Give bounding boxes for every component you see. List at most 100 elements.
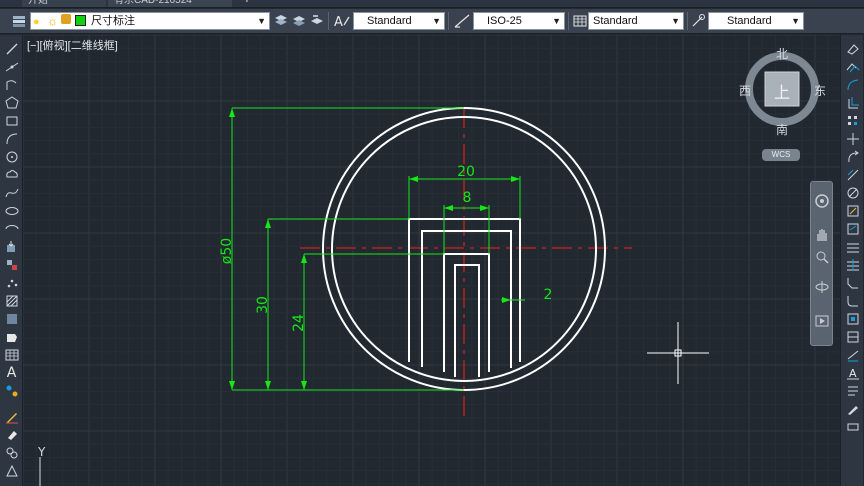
stretch-icon[interactable] <box>844 185 861 200</box>
chevron-down-icon: ▼ <box>552 16 561 26</box>
middle-u-profile <box>421 230 512 368</box>
table-icon[interactable] <box>3 347 20 362</box>
rotate-icon[interactable] <box>844 149 861 164</box>
polygon-icon[interactable] <box>3 95 20 110</box>
table-style-dropdown[interactable]: Standard ▼ <box>588 12 684 30</box>
erase-icon[interactable] <box>3 427 20 442</box>
insert-block-icon[interactable] <box>3 239 20 254</box>
line-icon[interactable] <box>3 41 20 56</box>
lock-icon <box>61 14 71 24</box>
break-icon[interactable] <box>844 239 861 254</box>
zoom-extents-icon[interactable] <box>813 248 831 266</box>
arc-icon[interactable] <box>3 131 20 146</box>
copy-icon[interactable] <box>844 59 861 74</box>
measure-icon[interactable] <box>844 419 861 434</box>
make-block-icon[interactable] <box>3 257 20 272</box>
file-tab-strip: 开始 有杀CAD-210524* + <box>0 0 864 8</box>
chevron-down-icon: ▼ <box>432 16 441 26</box>
text-annotation-icon[interactable]: A <box>844 365 861 380</box>
dimension-style-dropdown[interactable]: ISO-25 ▼ <box>473 12 565 30</box>
drawing-canvas[interactable]: ø50 30 24 20 8 2 Y <box>23 35 840 486</box>
multileader-style-icon[interactable] <box>689 12 707 30</box>
linear-dimension-icon[interactable] <box>844 347 861 362</box>
drawing-viewport[interactable]: ø50 30 24 20 8 2 Y [−][俯视][二维线框] 北 西 东 南… <box>23 35 840 486</box>
layer-match-icon[interactable] <box>290 12 308 30</box>
chevron-down-icon: ▼ <box>671 16 680 26</box>
orbit-icon[interactable] <box>813 278 831 296</box>
erase-tool-icon[interactable] <box>844 41 861 56</box>
viewcube[interactable]: 北 西 东 南 上 WCS <box>735 43 835 161</box>
scale-icon[interactable] <box>844 167 861 182</box>
region-icon[interactable] <box>3 329 20 344</box>
viewcube-north[interactable]: 北 <box>776 45 788 62</box>
array-icon[interactable] <box>844 113 861 128</box>
showmotion-icon[interactable] <box>813 312 831 330</box>
fillet-icon[interactable] <box>844 293 861 308</box>
viewcube-west[interactable]: 西 <box>739 82 751 99</box>
layer-dropdown[interactable]: ● ☼ 尺寸标注 ▼ <box>30 12 270 30</box>
group-icon[interactable] <box>3 445 20 460</box>
ellipse-arc-icon[interactable] <box>3 221 20 236</box>
spline-icon[interactable] <box>3 185 20 200</box>
text-style-dropdown[interactable]: Standard ▼ <box>353 12 445 30</box>
new-tab-button[interactable]: + <box>238 0 254 7</box>
layer-color-swatch <box>75 15 86 26</box>
add-selected-icon[interactable] <box>3 383 20 398</box>
construction-line-icon[interactable] <box>3 59 20 74</box>
layer-state-icon[interactable] <box>272 12 290 30</box>
viewcube-east[interactable]: 东 <box>814 82 826 99</box>
viewcube-top-face[interactable]: 上 <box>774 79 790 103</box>
trim-icon[interactable] <box>844 203 861 218</box>
mirror-icon[interactable] <box>844 77 861 92</box>
wipeout-icon[interactable] <box>3 463 20 478</box>
chevron-down-icon: ▼ <box>257 16 266 26</box>
explode-icon[interactable] <box>844 311 861 326</box>
width-8-dimension-text: 8 <box>463 190 472 206</box>
text-style-value: Standard <box>367 15 412 27</box>
crosshair-cursor <box>647 322 709 384</box>
steering-wheel-icon[interactable] <box>813 192 831 210</box>
gradient-icon[interactable] <box>3 311 20 326</box>
polyline-icon[interactable] <box>3 77 20 92</box>
revision-cloud-icon[interactable] <box>3 167 20 182</box>
match-properties-icon[interactable] <box>844 401 861 416</box>
dimension-style-icon[interactable] <box>453 12 471 30</box>
pan-hand-icon[interactable] <box>813 226 831 244</box>
point-icon[interactable] <box>3 275 20 290</box>
ucs-y-label: Y <box>37 445 46 459</box>
viewcube-south[interactable]: 南 <box>776 121 788 138</box>
hatch-icon[interactable] <box>3 293 20 308</box>
tab-drawing-file[interactable]: 有杀CAD-210524* <box>108 0 232 7</box>
svg-text:A: A <box>334 15 343 29</box>
join-icon[interactable] <box>844 257 861 272</box>
lightbulb-icon: ● <box>33 16 40 28</box>
multiline-text-icon[interactable]: A <box>3 365 20 381</box>
dimension-style-value: ISO-25 <box>487 15 522 27</box>
align-icon[interactable] <box>844 329 861 344</box>
tab-start[interactable]: 开始 <box>22 0 106 7</box>
rectangle-icon[interactable] <box>3 113 20 128</box>
layer-previous-icon[interactable] <box>308 12 326 30</box>
dimension-lines <box>231 107 525 391</box>
offset-icon[interactable] <box>844 95 861 110</box>
viewport-controls-label[interactable]: [−][俯视][二维线框] <box>27 37 118 53</box>
wcs-button[interactable]: WCS <box>762 149 800 161</box>
layer-properties-icon[interactable] <box>10 12 28 30</box>
chamfer-icon[interactable] <box>844 275 861 290</box>
extend-icon[interactable] <box>844 221 861 236</box>
properties-toolbar: ● ☼ 尺寸标注 ▼ A Standard ▼ ISO-25 ▼ Standar… <box>0 9 864 34</box>
move-icon[interactable] <box>844 131 861 146</box>
edit-pencil-icon[interactable] <box>3 409 20 424</box>
table-style-icon[interactable] <box>571 12 589 30</box>
text-style-icon[interactable]: A <box>333 12 351 30</box>
properties-icon[interactable] <box>844 383 861 398</box>
multileader-style-value: Standard <box>727 15 772 27</box>
slot-profile <box>454 264 480 377</box>
thickness-2-dimension-text: 2 <box>544 287 553 303</box>
height-24-dimension-text: 24 <box>291 314 307 332</box>
multileader-style-dropdown[interactable]: Standard ▼ <box>708 12 804 30</box>
navigation-bar <box>810 181 833 346</box>
chevron-down-icon: ▼ <box>791 16 800 26</box>
circle-icon[interactable] <box>3 149 20 164</box>
ellipse-icon[interactable] <box>3 203 20 218</box>
